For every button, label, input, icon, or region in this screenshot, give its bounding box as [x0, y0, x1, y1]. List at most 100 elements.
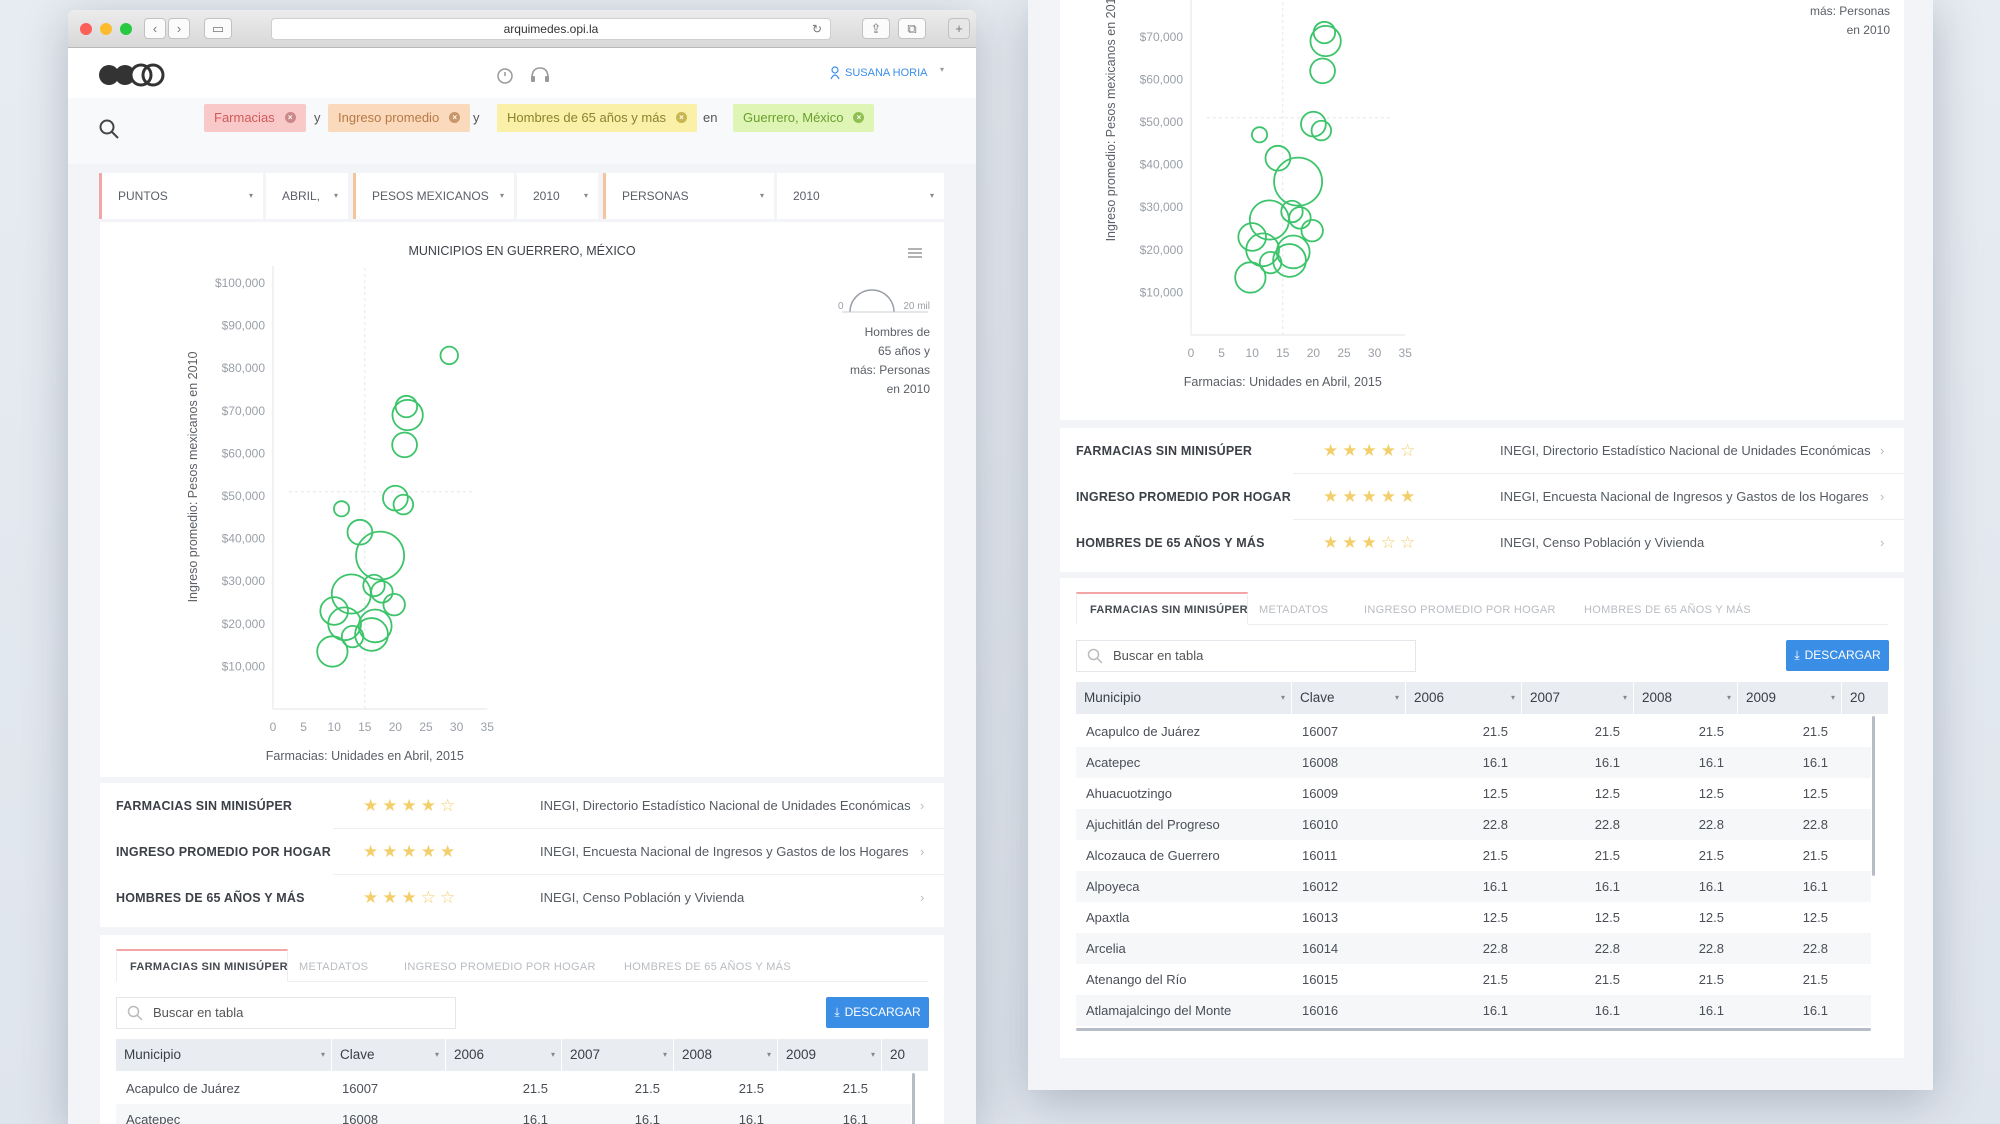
- tab[interactable]: FARMACIAS SIN MINISÚPER: [1090, 604, 1248, 616]
- table-row[interactable]: Acatepec 16008 16.1 16.1 16.1 16.1: [1076, 747, 1871, 778]
- table-row[interactable]: Apaxtla 16013 12.5 12.5 12.5 12.5: [1076, 902, 1871, 933]
- zoom-window-button[interactable]: [120, 23, 132, 35]
- logo-icon[interactable]: [98, 60, 168, 90]
- column-header[interactable]: 2008 ▾: [674, 1039, 778, 1071]
- table-row[interactable]: Ajuchitlán del Progreso 16010 22.8 22.8 22.8…: [1076, 809, 1871, 840]
- forward-icon[interactable]: ›: [168, 18, 190, 39]
- scatter-point[interactable]: [1309, 57, 1336, 85]
- scatter-point[interactable]: [1310, 119, 1333, 142]
- table-row[interactable]: Acapulco de Juárez 16007 21.5 21.5 21.5 21.5: [1076, 716, 1871, 747]
- chevron-right-icon[interactable]: ›: [920, 829, 924, 875]
- query-tag[interactable]: Hombres de 65 años y más ×: [497, 104, 697, 132]
- chevron-right-icon[interactable]: ›: [1880, 520, 1884, 566]
- filter-select[interactable]: PUNTOS ▾: [102, 173, 263, 219]
- column-header[interactable]: 2007 ▾: [562, 1039, 674, 1071]
- remove-tag-icon[interactable]: ×: [284, 112, 296, 124]
- remove-tag-icon[interactable]: ×: [853, 112, 865, 124]
- column-header[interactable]: 2008 ▾: [1634, 682, 1738, 714]
- filter-select[interactable]: ABRIL, 2015▾: [266, 173, 348, 249]
- column-header[interactable]: 2006 ▾: [1406, 682, 1522, 714]
- scatter-point[interactable]: [1273, 156, 1324, 207]
- scatter-point[interactable]: [1300, 218, 1324, 243]
- headset-icon[interactable]: [529, 65, 551, 85]
- filter-select[interactable]: 2010 ▾: [777, 173, 944, 219]
- tabs-icon[interactable]: ⧉: [898, 18, 926, 39]
- chevron-down-icon[interactable]: ▾: [940, 65, 944, 74]
- reload-icon[interactable]: ↻: [812, 19, 822, 40]
- column-header[interactable]: Clave ▾: [332, 1039, 446, 1071]
- vertical-scrollbar[interactable]: [912, 1073, 915, 1124]
- tab[interactable]: METADATOS: [1259, 604, 1328, 616]
- minimize-window-button[interactable]: [100, 23, 112, 35]
- back-icon[interactable]: ‹: [144, 18, 166, 39]
- scatter-point[interactable]: [1234, 261, 1267, 294]
- table-row[interactable]: Alpoyeca 16012 16.1 16.1 16.1 16.1: [1076, 871, 1871, 902]
- query-tag[interactable]: Guerrero, México ×: [733, 104, 875, 132]
- tab[interactable]: METADATOS: [299, 961, 368, 973]
- user-menu[interactable]: SUSANA HORIA: [845, 67, 928, 79]
- download-button[interactable]: ⤓ DESCARGAR: [826, 997, 929, 1028]
- new-tab-icon[interactable]: +: [948, 18, 970, 39]
- table-row[interactable]: Alcozauca de Guerrero 16011 21.5 21.5 21.5 21…: [1076, 840, 1871, 871]
- source-row[interactable]: HOMBRES DE 65 AÑOS Y MÁS ★★★☆☆ INEGI, Cens…: [1060, 520, 1904, 566]
- tab[interactable]: HOMBRES DE 65 AÑOS Y MÁS: [1584, 604, 1751, 616]
- scatter-point[interactable]: [1309, 24, 1342, 58]
- close-window-button[interactable]: [80, 23, 92, 35]
- column-header[interactable]: 2006 ▾: [446, 1039, 562, 1071]
- table-row[interactable]: Ahuacuotzingo 16009 12.5 12.5 12.5 12.5: [1076, 778, 1871, 809]
- scatter-point[interactable]: [346, 518, 374, 546]
- tab[interactable]: FARMACIAS SIN MINISÚPER: [130, 961, 288, 973]
- table-row[interactable]: Atlamajalcingo del Monte 16016 16.1 16.1 16.…: [1076, 995, 1871, 1026]
- scatter-point[interactable]: [1251, 126, 1269, 144]
- search-icon[interactable]: [98, 118, 120, 140]
- column-header[interactable]: Clave ▾: [1292, 682, 1406, 714]
- tab[interactable]: INGRESO PROMEDIO POR HOGAR: [404, 961, 596, 973]
- sidebar-icon[interactable]: ▭: [204, 18, 232, 39]
- column-header[interactable]: 20: [1842, 682, 1889, 714]
- query-tag[interactable]: Ingreso promedio ×: [328, 104, 471, 132]
- filter-select[interactable]: PESOS MEXICANOS ▾: [356, 173, 514, 219]
- source-row[interactable]: HOMBRES DE 65 AÑOS Y MÁS ★★★☆☆ INEGI, Cens…: [100, 875, 944, 921]
- scatter-point[interactable]: [391, 398, 424, 432]
- tab[interactable]: HOMBRES DE 65 AÑOS Y MÁS: [624, 961, 791, 973]
- column-header[interactable]: 2009 ▾: [1738, 682, 1842, 714]
- scatter-point[interactable]: [392, 493, 415, 516]
- chevron-right-icon[interactable]: ›: [920, 783, 924, 829]
- scatter-point[interactable]: [391, 431, 418, 459]
- scatter-point[interactable]: [439, 345, 459, 366]
- scatter-point[interactable]: [357, 608, 393, 644]
- source-row[interactable]: FARMACIAS SIN MINISÚPER ★★★★☆ INEGI, Direc…: [100, 783, 944, 829]
- scatter-point[interactable]: [1264, 144, 1292, 172]
- column-header[interactable]: 2009 ▾: [778, 1039, 882, 1071]
- table-search-input[interactable]: Buscar en tabla: [116, 997, 456, 1029]
- query-tag[interactable]: Farmacias ×: [204, 104, 306, 132]
- column-header[interactable]: 20: [882, 1039, 929, 1071]
- filter-select[interactable]: PERSONAS ▾: [606, 173, 774, 219]
- table-row[interactable]: Atenango del Río 16015 21.5 21.5 21.5 21.5: [1076, 964, 1871, 995]
- share-icon[interactable]: ⇪: [862, 18, 890, 39]
- source-row[interactable]: FARMACIAS SIN MINISÚPER ★★★★☆ INEGI, Direc…: [1060, 428, 1904, 474]
- scatter-point[interactable]: [382, 592, 406, 617]
- table-row[interactable]: Arcelia 16014 22.8 22.8 22.8 22.8: [1076, 933, 1871, 964]
- chevron-right-icon[interactable]: ›: [920, 875, 924, 921]
- scatter-chart[interactable]: 0 5 10 15 20 25 30 35 $10,000 $20,000 $30,000 $40,0…: [100, 222, 944, 777]
- table-row[interactable]: Acapulco de Juárez 16007 21.5 21.5 21.5 21.5: [116, 1073, 911, 1104]
- download-button[interactable]: ⤓ DESCARGAR: [1786, 640, 1889, 671]
- scatter-point[interactable]: [1272, 243, 1307, 278]
- remove-tag-icon[interactable]: ×: [449, 112, 461, 124]
- table-row[interactable]: Acatepec 16008 16.1 16.1 16.1 16.1: [116, 1104, 911, 1124]
- remove-tag-icon[interactable]: ×: [675, 112, 687, 124]
- column-header[interactable]: 2007 ▾: [1522, 682, 1634, 714]
- chevron-right-icon[interactable]: ›: [1880, 474, 1884, 520]
- address-bar[interactable]: arquimedes.opi.la ↻: [271, 18, 831, 40]
- tab[interactable]: INGRESO PROMEDIO POR HOGAR: [1364, 604, 1556, 616]
- scatter-point[interactable]: [355, 530, 406, 581]
- vertical-scrollbar[interactable]: [1872, 716, 1875, 876]
- scatter-point[interactable]: [316, 635, 349, 668]
- source-row[interactable]: INGRESO PROMEDIO POR HOGAR ★★★★★ INEGI, En…: [1060, 474, 1904, 520]
- scatter-point[interactable]: [354, 617, 389, 652]
- table-search-input[interactable]: Buscar en tabla: [1076, 640, 1416, 672]
- chevron-right-icon[interactable]: ›: [1880, 428, 1884, 474]
- scatter-point[interactable]: [333, 500, 351, 518]
- horizontal-scrollbar[interactable]: [1076, 1028, 1871, 1031]
